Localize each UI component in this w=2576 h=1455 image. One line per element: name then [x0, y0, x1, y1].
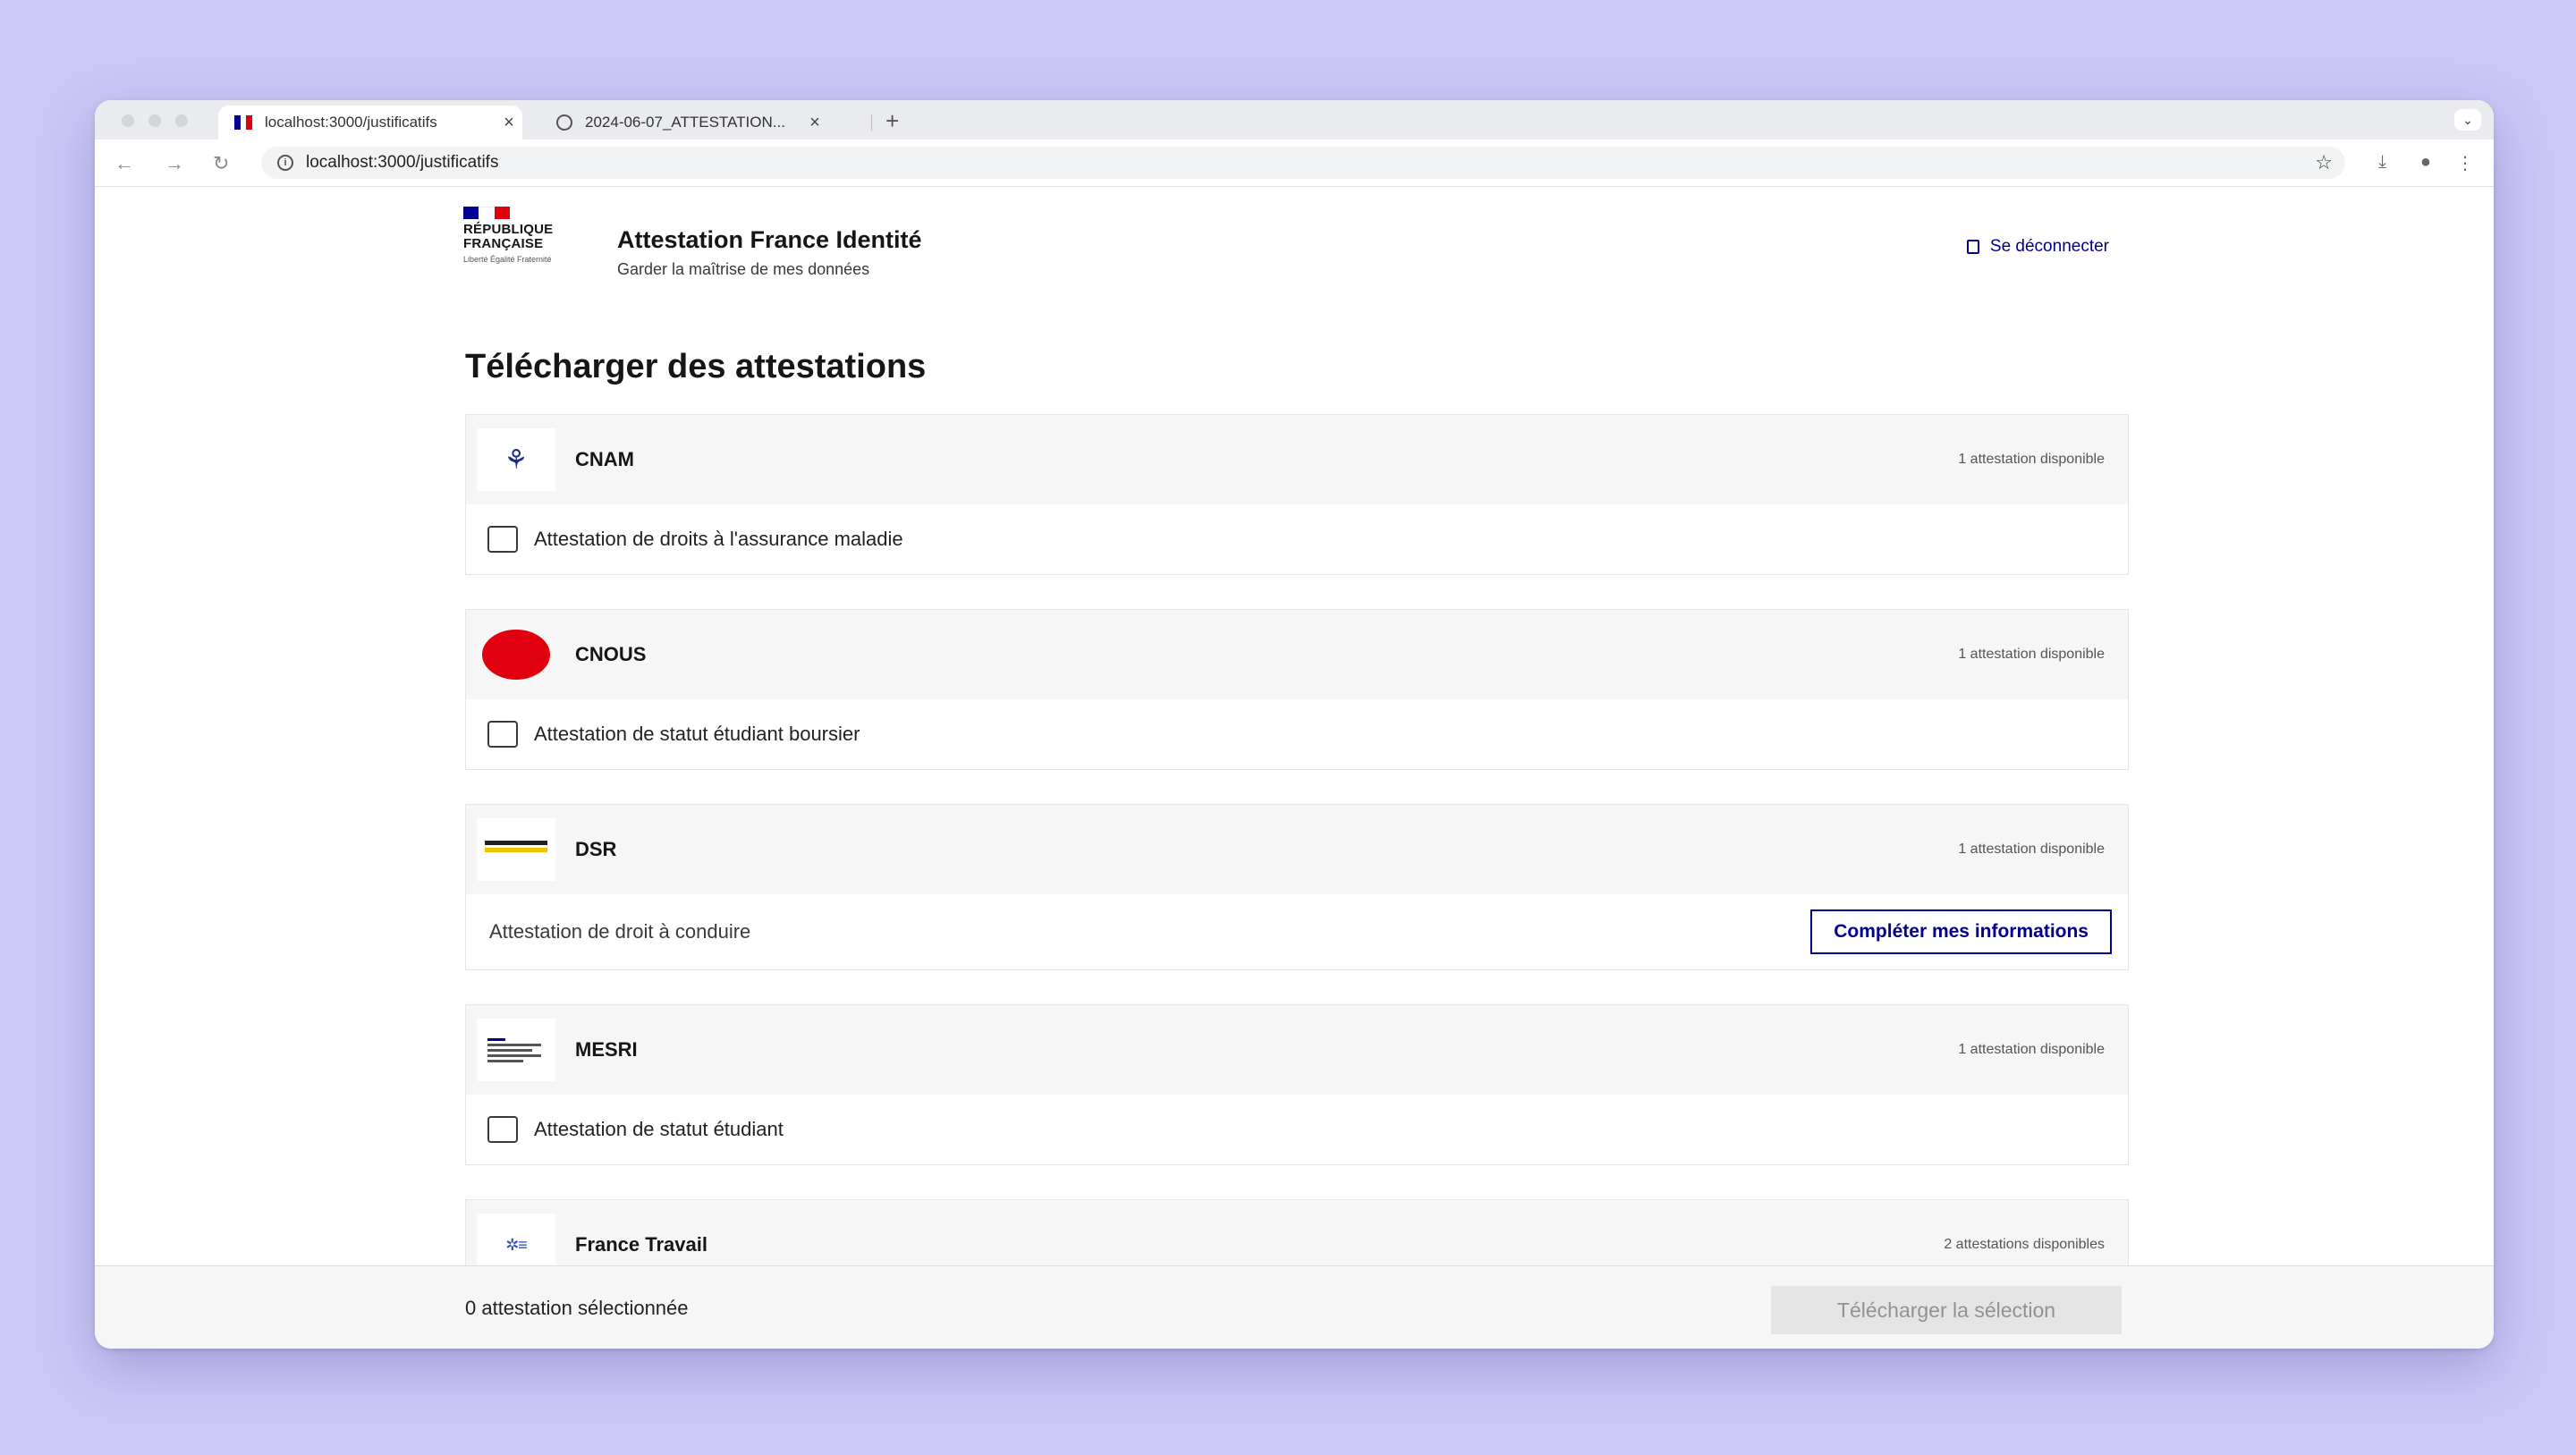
tab-separator	[871, 114, 872, 131]
dsr-logo-icon	[485, 841, 547, 859]
provider-card-cnous: CNOUS 1 attestation disponible Attestati…	[465, 609, 2129, 770]
attestation-label[interactable]: Attestation de droits à l'assurance mala…	[534, 528, 903, 551]
menu-kebab-icon[interactable]: ⋮	[2456, 152, 2474, 174]
provider-card-france-travail: ✲≡ France Travail 2 attestations disponi…	[465, 1199, 2129, 1266]
attestation-label[interactable]: Attestation de statut étudiant	[534, 1118, 784, 1141]
cnous-logo	[477, 623, 555, 686]
main-content: Télécharger des attestations ⚘ CNAM 1 at…	[95, 303, 2494, 1266]
france-travail-logo: ✲≡	[477, 1214, 555, 1266]
mesri-logo	[477, 1019, 555, 1081]
dsr-logo	[477, 818, 555, 881]
browser-window: localhost:3000/justificatifs × 2024-06-0…	[95, 100, 2494, 1349]
attestation-row[interactable]: Attestation de statut étudiant boursier	[466, 699, 2128, 769]
provider-name: MESRI	[575, 1038, 638, 1061]
minimize-window-dot[interactable]	[148, 114, 161, 127]
back-arrow-icon[interactable]: ←	[114, 152, 134, 175]
attestation-row: Attestation de droit à conduire Compléte…	[466, 894, 2128, 969]
attestation-row[interactable]: Attestation de droits à l'assurance mala…	[466, 504, 2128, 574]
provider-name: CNAM	[575, 448, 634, 470]
republique-line2: FRANÇAISE	[463, 236, 544, 251]
france-flag-favicon-icon	[234, 115, 253, 130]
tab-attestation[interactable]: 2024-06-07_ATTESTATION... ×	[542, 106, 828, 140]
tab-title: 2024-06-07_ATTESTATION...	[585, 114, 785, 131]
attestation-row[interactable]: Attestation de statut étudiant	[466, 1095, 2128, 1164]
browser-toolbar: ← → ↻ i localhost:3000/justificatifs ☆ ⤓…	[95, 140, 2494, 187]
attestation-checkbox[interactable]	[487, 526, 518, 553]
provider-header: ✲≡ France Travail 2 attestations disponi…	[466, 1200, 2128, 1266]
provider-header: MESRI 1 attestation disponible	[466, 1005, 2128, 1095]
close-window-dot[interactable]	[122, 114, 134, 127]
logout-label: Se déconnecter	[1989, 237, 2109, 256]
provider-card-mesri: MESRI 1 attestation disponible Attestati…	[465, 1004, 2129, 1165]
marianne-flag-icon	[463, 207, 510, 219]
close-tab-icon[interactable]: ×	[801, 113, 828, 133]
france-travail-logo-icon: ✲≡	[505, 1235, 528, 1254]
url-text[interactable]: localhost:3000/justificatifs	[306, 153, 498, 173]
provider-header: ⚘ CNAM 1 attestation disponible	[466, 415, 2128, 504]
attestation-checkbox[interactable]	[487, 721, 518, 748]
provider-header: DSR 1 attestation disponible	[466, 805, 2128, 894]
tab-strip: localhost:3000/justificatifs × 2024-06-0…	[95, 100, 2494, 140]
tab-justificatifs[interactable]: localhost:3000/justificatifs ×	[218, 106, 522, 140]
site-info-icon[interactable]: i	[277, 155, 293, 171]
logout-icon	[1966, 240, 1979, 254]
tab-search-chevron-icon[interactable]: ⌄	[2454, 109, 2481, 131]
provider-name: DSR	[575, 838, 617, 860]
window-controls	[122, 114, 188, 127]
attestation-label[interactable]: Attestation de statut étudiant boursier	[534, 723, 860, 746]
attestation-count: 1 attestation disponible	[1958, 1042, 2105, 1057]
republique-francaise-logo[interactable]: RÉPUBLIQUE FRANÇAISE Liberté Égalité Fra…	[463, 207, 580, 264]
download-selection-button[interactable]: Télécharger la sélection	[1771, 1286, 2122, 1334]
attestation-count: 1 attestation disponible	[1958, 647, 2105, 662]
selection-footer: 0 attestation sélectionnée Télécharger l…	[95, 1265, 2494, 1349]
logout-link[interactable]: Se déconnecter	[1966, 237, 2109, 257]
profile-icon[interactable]: ●	[2420, 152, 2431, 173]
selection-count: 0 attestation sélectionnée	[465, 1297, 689, 1319]
provider-card-dsr: DSR 1 attestation disponible Attestation…	[465, 804, 2129, 970]
new-tab-button[interactable]: +	[886, 107, 899, 135]
attestation-count: 1 attestation disponible	[1958, 842, 2105, 857]
attestation-label: Attestation de droit à conduire	[489, 920, 751, 943]
attestation-checkbox[interactable]	[487, 1116, 518, 1143]
complete-info-button[interactable]: Compléter mes informations	[1810, 909, 2112, 954]
address-bar[interactable]: i localhost:3000/justificatifs ☆	[261, 147, 2345, 179]
cnam-logo-icon: ⚘	[504, 444, 529, 475]
attestation-count: 2 attestations disponibles	[1944, 1237, 2105, 1252]
service-tagline: Garder la maîtrise de mes données	[617, 260, 870, 278]
cnam-logo: ⚘	[477, 428, 555, 491]
provider-card-cnam: ⚘ CNAM 1 attestation disponible Attestat…	[465, 414, 2129, 575]
reload-icon[interactable]: ↻	[213, 152, 229, 175]
provider-list: ⚘ CNAM 1 attestation disponible Attestat…	[465, 414, 2129, 1266]
provider-name: CNOUS	[575, 643, 647, 665]
bookmark-star-icon[interactable]: ☆	[2315, 151, 2333, 174]
page-title: Télécharger des attestations	[465, 348, 927, 385]
maximize-window-dot[interactable]	[175, 114, 188, 127]
cnous-logo-icon	[482, 630, 550, 680]
close-tab-icon[interactable]: ×	[496, 113, 522, 133]
provider-header: CNOUS 1 attestation disponible	[466, 610, 2128, 699]
tab-title: localhost:3000/justificatifs	[265, 114, 437, 131]
site-header: RÉPUBLIQUE FRANÇAISE Liberté Égalité Fra…	[95, 187, 2494, 303]
forward-arrow-icon[interactable]: →	[165, 152, 184, 175]
download-icon[interactable]: ⤓	[2378, 152, 2386, 173]
globe-icon	[556, 114, 572, 131]
republique-line1: RÉPUBLIQUE	[463, 222, 554, 237]
mesri-logo-icon	[487, 1037, 545, 1062]
provider-name: France Travail	[575, 1233, 708, 1256]
devise: Liberté Égalité Fraternité	[463, 255, 552, 264]
service-title[interactable]: Attestation France Identité	[617, 226, 922, 254]
attestation-count: 1 attestation disponible	[1958, 452, 2105, 467]
